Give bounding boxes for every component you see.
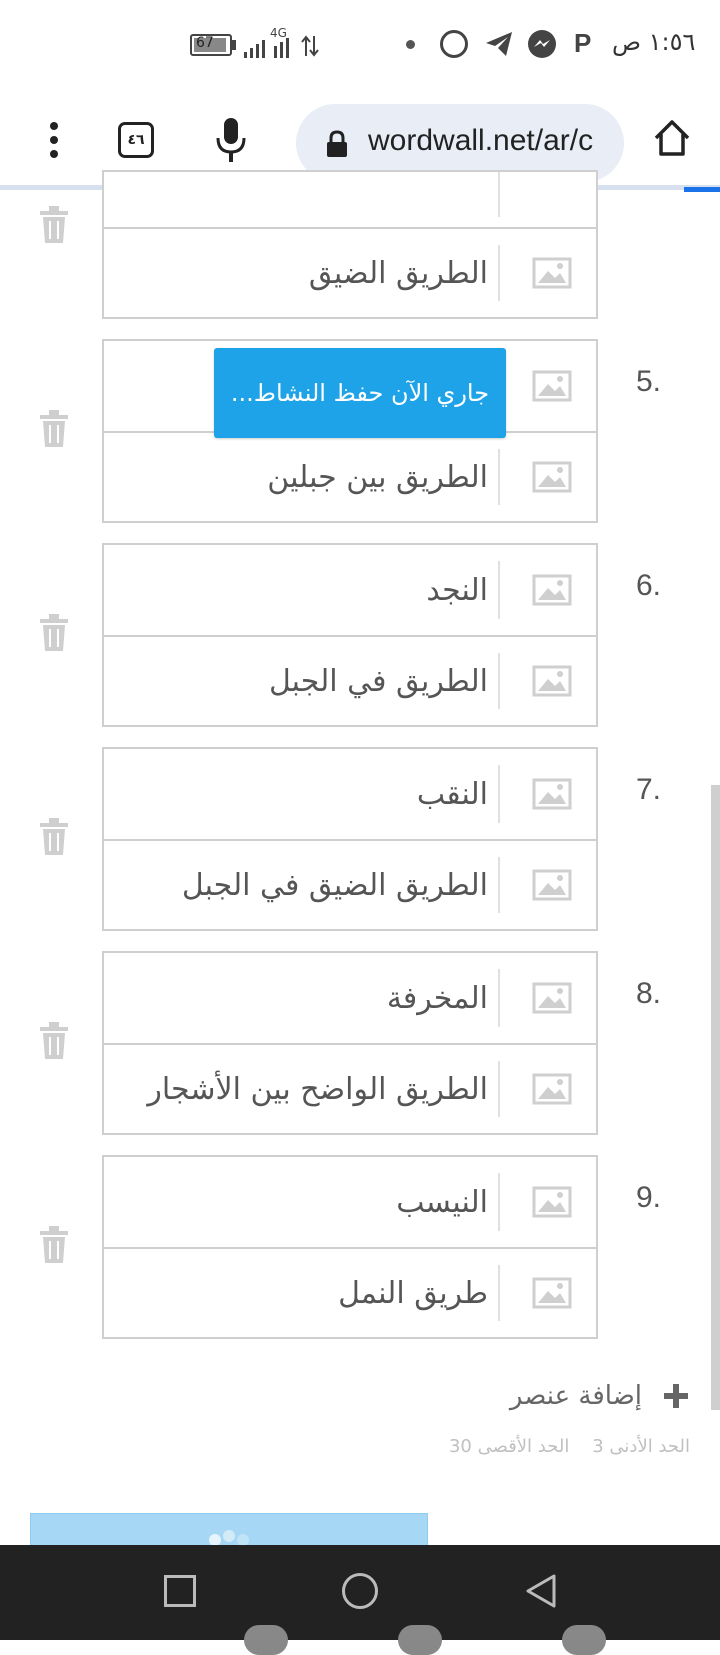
status-time: ١:٥٦ ص bbox=[612, 28, 696, 56]
image-icon[interactable] bbox=[532, 865, 572, 905]
keyword-text: النيسب bbox=[396, 1184, 488, 1220]
menu-dots-icon[interactable] bbox=[48, 120, 60, 160]
url-text: wordwall.net/ar/c bbox=[368, 124, 594, 157]
nav-shadow-bubble bbox=[562, 1625, 606, 1655]
system-nav-bar bbox=[0, 1545, 720, 1655]
image-icon[interactable] bbox=[532, 1069, 572, 1109]
keyword-field[interactable]: النيسب bbox=[102, 1155, 598, 1249]
trash-icon[interactable] bbox=[38, 613, 70, 653]
answer-field[interactable]: طريق النمل bbox=[102, 1247, 598, 1339]
trash-icon[interactable] bbox=[38, 1225, 70, 1265]
back-icon[interactable] bbox=[524, 1573, 558, 1613]
recents-icon[interactable] bbox=[164, 1575, 196, 1607]
keyword-text: النقب bbox=[416, 776, 488, 812]
nav-shadow-bubble bbox=[244, 1625, 288, 1655]
image-icon[interactable] bbox=[532, 570, 572, 610]
image-icon[interactable] bbox=[532, 457, 572, 497]
page-progress bbox=[684, 187, 720, 192]
image-icon[interactable] bbox=[532, 1182, 572, 1222]
status-bar: 67 4G P ١:٥٦ ص bbox=[0, 0, 720, 90]
max-label: الحد الأقصى bbox=[477, 1436, 570, 1457]
plus-icon bbox=[664, 1384, 688, 1408]
image-icon[interactable] bbox=[532, 978, 572, 1018]
item-number: 9. bbox=[636, 1181, 662, 1214]
telegram-icon bbox=[484, 30, 514, 62]
image-icon[interactable] bbox=[532, 366, 572, 406]
item-number: 5. bbox=[636, 365, 662, 398]
trash-icon[interactable] bbox=[38, 817, 70, 857]
answer-field[interactable]: الطريق الضيق bbox=[102, 227, 598, 319]
home-circle-icon[interactable] bbox=[342, 1573, 378, 1609]
item-number: 8. bbox=[636, 977, 662, 1010]
keyword-field[interactable]: النجد bbox=[102, 543, 598, 637]
min-value: 3 bbox=[592, 1436, 604, 1457]
answer-field[interactable]: الطريق بين جبلين bbox=[102, 431, 598, 523]
image-icon[interactable] bbox=[532, 774, 572, 814]
add-item-label: إضافة عنصر bbox=[509, 1381, 642, 1411]
answer-field[interactable]: الطريق الضيق في الجبل bbox=[102, 839, 598, 931]
home-icon[interactable] bbox=[652, 118, 692, 162]
saving-toast: جاري الآن حفظ النشاط... bbox=[214, 348, 506, 438]
messenger-icon bbox=[528, 30, 556, 58]
network-type: 4G bbox=[270, 26, 287, 40]
answer-text: الطريق الواضح بين الأشجار bbox=[147, 1071, 488, 1107]
battery-level: 67 bbox=[196, 35, 214, 51]
keyword-text: النجد bbox=[426, 572, 488, 608]
keyword-field[interactable]: المخرفة bbox=[102, 951, 598, 1045]
dot-icon bbox=[406, 40, 415, 49]
image-icon[interactable] bbox=[532, 253, 572, 293]
lock-icon bbox=[326, 130, 348, 162]
scrollbar[interactable] bbox=[711, 785, 720, 1410]
tabs-count: ٤٦ bbox=[127, 132, 145, 148]
image-icon[interactable] bbox=[532, 1273, 572, 1313]
answer-text: الطريق الضيق في الجبل bbox=[181, 867, 488, 903]
keyword-field[interactable]: النقب bbox=[102, 747, 598, 841]
answer-text: طريق النمل bbox=[338, 1275, 488, 1311]
nav-shadow-bubble bbox=[398, 1625, 442, 1655]
tabs-button[interactable]: ٤٦ bbox=[118, 122, 154, 158]
battery-icon: 67 bbox=[190, 34, 232, 56]
toast-text: جاري الآن حفظ النشاط... bbox=[230, 379, 490, 407]
trash-icon[interactable] bbox=[38, 409, 70, 449]
answer-text: الطريق الضيق bbox=[308, 255, 488, 291]
keyword-text: المخرفة bbox=[386, 980, 488, 1016]
whatsapp-icon bbox=[440, 30, 468, 58]
answer-field[interactable]: الطريق في الجبل bbox=[102, 635, 598, 727]
item-limits: الحد الأدنى 3 الحد الأقصى 30 bbox=[449, 1436, 690, 1457]
item-number: 7. bbox=[636, 773, 662, 806]
trash-icon[interactable] bbox=[38, 205, 70, 245]
item-field-top-partial[interactable] bbox=[102, 170, 598, 229]
trash-icon[interactable] bbox=[38, 1021, 70, 1061]
answer-field[interactable]: الطريق الواضح بين الأشجار bbox=[102, 1043, 598, 1135]
add-item-button[interactable]: إضافة عنصر bbox=[510, 1376, 690, 1416]
microphone-icon[interactable] bbox=[214, 116, 248, 168]
p-app-icon: P bbox=[574, 28, 592, 58]
image-icon[interactable] bbox=[532, 661, 572, 701]
item-number: 6. bbox=[636, 569, 662, 602]
min-label: الحد الأدنى bbox=[609, 1436, 690, 1457]
answer-text: الطريق في الجبل bbox=[268, 663, 488, 699]
max-value: 30 bbox=[448, 1436, 472, 1457]
answer-text: الطريق بين جبلين bbox=[267, 459, 488, 495]
